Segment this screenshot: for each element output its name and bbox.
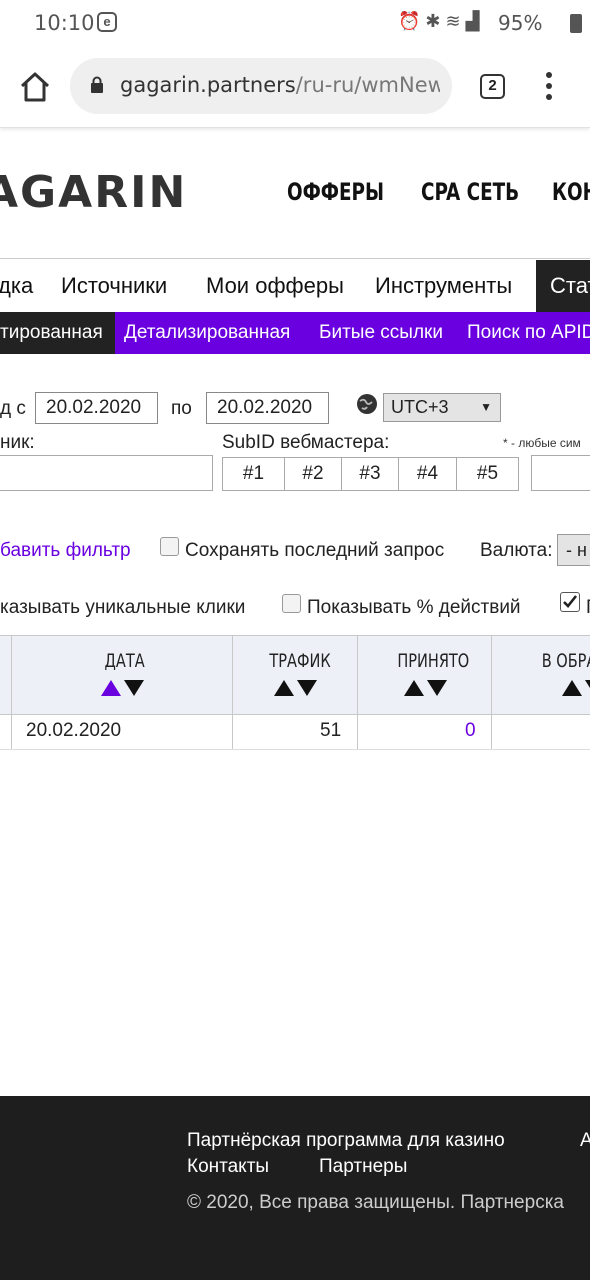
column-header-traffic[interactable]: ТРАФИК: [269, 650, 330, 672]
subid-button-4[interactable]: #4: [398, 457, 457, 491]
timezone-select[interactable]: UTC+3 ▼: [383, 393, 501, 422]
sort-arrows-icon[interactable]: [561, 678, 590, 698]
submenu-apid-search[interactable]: Поиск по APID: [467, 312, 590, 354]
tab-switcher-button[interactable]: 2: [480, 74, 505, 99]
currency-label: Валюта:: [480, 540, 553, 561]
footer-copyright: © 2020, Все права защищены. Партнерска: [187, 1192, 564, 1213]
cell-traffic: 51: [320, 720, 342, 741]
subid-label: SubID вебмастера:: [222, 432, 390, 453]
menu-item-my-offers[interactable]: Мои офферы: [206, 260, 344, 312]
status-icons: ⏰ ✱ ≋ ▟: [398, 11, 480, 31]
battery-percent: 95%: [498, 11, 543, 35]
battery-icon: [570, 14, 582, 33]
wildcard-hint: * - любые сим: [503, 436, 581, 450]
sort-arrows-icon[interactable]: [100, 678, 146, 698]
last-checkbox-label: П: [586, 597, 590, 619]
row-divider: [0, 749, 590, 750]
add-filter-link[interactable]: бавить фильтр: [0, 540, 131, 562]
date-from-input[interactable]: 20.02.2020: [35, 392, 158, 424]
topnav-contacts[interactable]: КОН: [552, 178, 590, 206]
source-input[interactable]: [0, 455, 213, 491]
save-last-label: Сохранять последний запрос: [185, 540, 445, 561]
timezone-value: UTC+3: [391, 397, 449, 417]
url-text[interactable]: gagarin.partners/ru-ru/wmNewSta: [120, 73, 440, 97]
col-divider: [357, 635, 358, 750]
status-bar: 10:10 e ⏰ ✱ ≋ ▟ 95%: [0, 0, 590, 46]
footer: [0, 1096, 590, 1280]
footer-link-casino[interactable]: Партнёрская программа для казино: [187, 1130, 505, 1152]
footer-link-cut[interactable]: А: [580, 1130, 590, 1152]
url-domain: gagarin.partners: [120, 73, 296, 97]
topnav-offers[interactable]: ОФФЕРЫ: [287, 178, 384, 206]
e-notification-icon: e: [97, 12, 117, 32]
site-logo[interactable]: AGARIN: [0, 167, 187, 218]
col-divider: [491, 635, 492, 750]
subid-button-5[interactable]: #5: [456, 457, 519, 491]
footer-link-partners[interactable]: Партнеры: [319, 1156, 407, 1178]
source-label: ник:: [0, 432, 35, 453]
show-unique-label: казывать уникальные клики: [0, 597, 246, 618]
header-divider: [0, 258, 590, 259]
save-last-checkbox[interactable]: [160, 537, 179, 556]
period-label: д с: [0, 398, 26, 419]
to-label: по: [171, 398, 192, 419]
column-header-processing[interactable]: В ОБРАБ: [542, 650, 590, 672]
column-header-accepted[interactable]: ПРИНЯТО: [397, 650, 469, 672]
column-header-date[interactable]: ДАТА: [105, 650, 145, 672]
cell-date: 20.02.2020: [26, 720, 122, 741]
menu-item-tools[interactable]: Инструменты: [375, 260, 512, 312]
col-divider: [232, 635, 233, 750]
table-header: [0, 635, 590, 715]
submenu-broken-links[interactable]: Битые ссылки: [319, 312, 443, 354]
subid-input[interactable]: [531, 455, 590, 491]
home-icon[interactable]: [18, 70, 52, 104]
menu-item-summary[interactable]: дка: [0, 260, 33, 312]
clock: 10:10: [34, 11, 95, 35]
footer-link-contacts[interactable]: Контакты: [187, 1156, 269, 1178]
subid-button-2[interactable]: #2: [284, 457, 342, 491]
chevron-down-icon: ▼: [480, 400, 492, 414]
submenu-grouped[interactable]: тированная: [0, 312, 115, 354]
show-percent-label: Показывать % действий: [307, 597, 521, 618]
subid-button-3[interactable]: #3: [341, 457, 399, 491]
cell-accepted[interactable]: 0: [465, 720, 476, 742]
lock-icon: [91, 76, 103, 93]
sort-arrows-icon[interactable]: [273, 678, 319, 698]
checkmark-icon: [563, 595, 578, 608]
show-percent-checkbox[interactable]: [282, 594, 301, 613]
date-to-input[interactable]: 20.02.2020: [206, 392, 329, 424]
col-divider: [11, 635, 12, 750]
sort-arrows-icon[interactable]: [403, 678, 449, 698]
subid-button-1[interactable]: #1: [222, 457, 285, 491]
overflow-menu-icon[interactable]: [543, 72, 555, 102]
menu-item-statistics[interactable]: Стат: [536, 260, 590, 312]
currency-select[interactable]: - н: [557, 534, 590, 566]
globe-icon: [357, 394, 377, 414]
submenu-detailed[interactable]: Детализированная: [124, 312, 290, 354]
url-path: /ru-ru/wmNewSta: [295, 73, 440, 97]
browser-toolbar: gagarin.partners/ru-ru/wmNewSta 2: [0, 46, 590, 128]
menu-item-sources[interactable]: Источники: [61, 260, 167, 312]
last-checkbox[interactable]: [560, 592, 580, 612]
topnav-cpa-network[interactable]: CPA СЕТЬ: [421, 178, 519, 206]
